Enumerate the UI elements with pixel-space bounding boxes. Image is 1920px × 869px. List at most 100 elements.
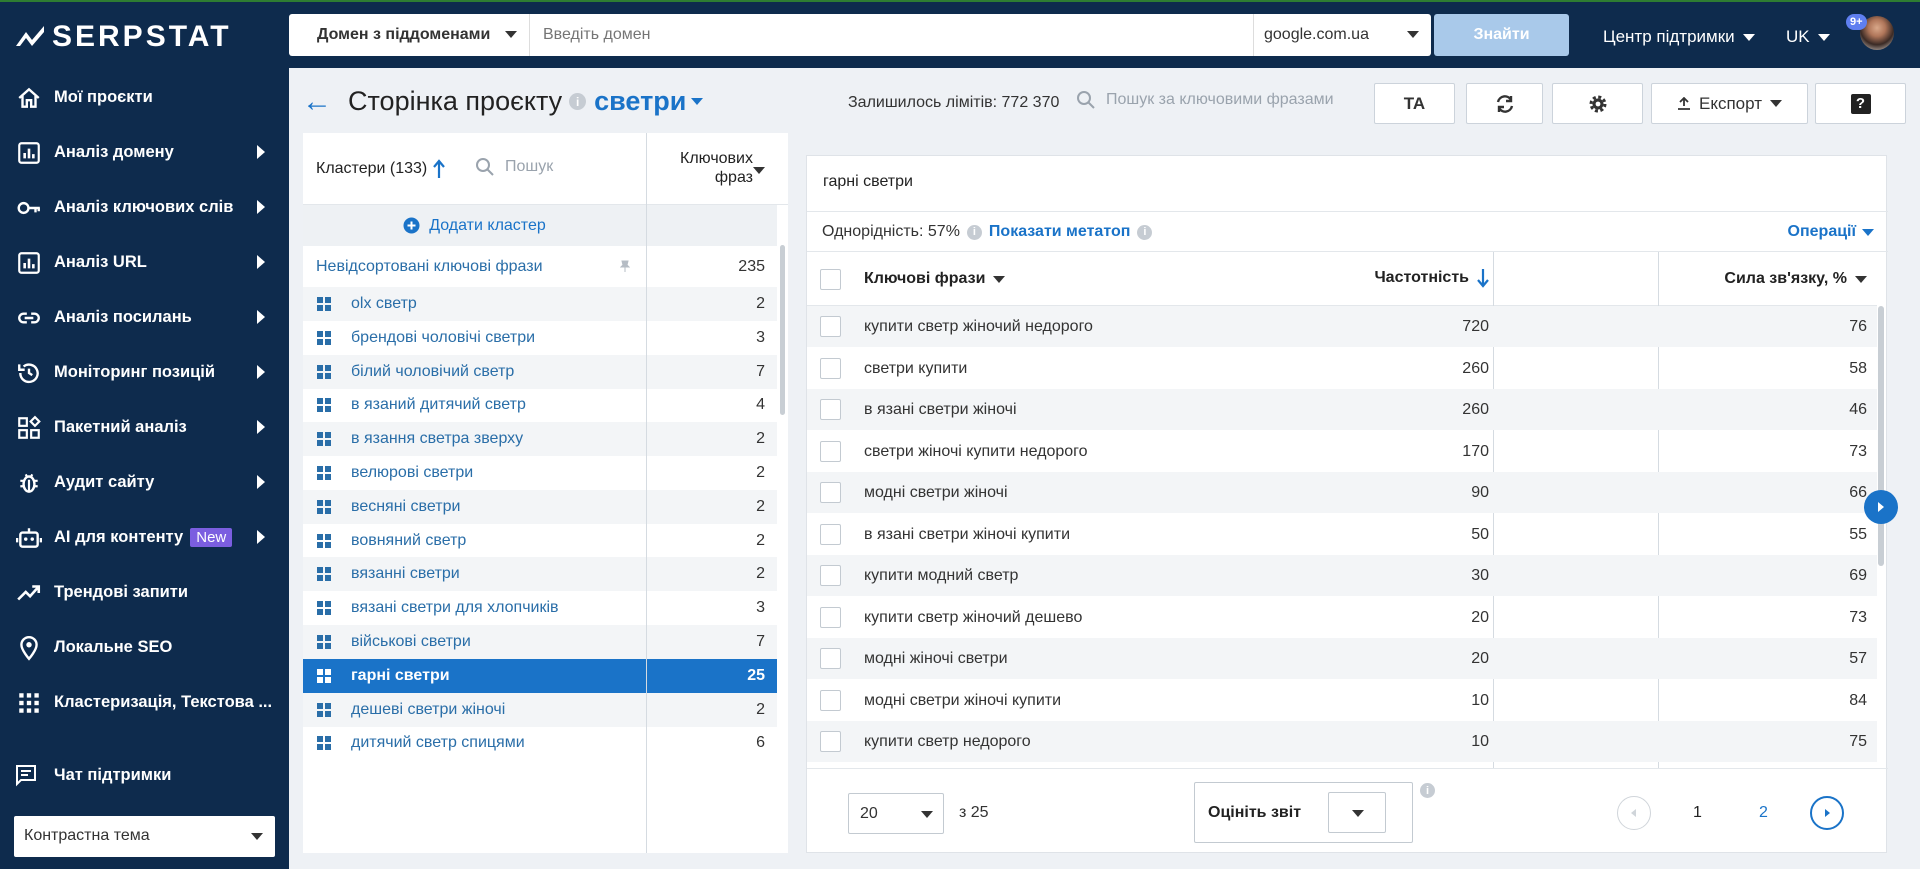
clusters-scrollbar[interactable] <box>780 245 785 415</box>
table-row[interactable]: модні жіночі светри 20 57 <box>807 638 1877 679</box>
cluster-row[interactable]: вовняний светр 2 <box>303 524 777 558</box>
theme-value: Контрастна тема <box>24 827 150 844</box>
select-all-checkbox[interactable] <box>820 269 841 290</box>
prev-page-button[interactable] <box>1617 796 1651 830</box>
cluster-row[interactable]: весняні светри 2 <box>303 489 777 524</box>
row-checkbox[interactable] <box>820 523 841 545</box>
cluster-row[interactable]: військові светри 7 <box>303 625 777 659</box>
table-row[interactable]: купити светр жіночий недорого 720 76 <box>807 306 1877 347</box>
frequency-cell: 170 <box>1462 442 1489 460</box>
table-row[interactable]: светри жіночі купити недорого 170 73 <box>807 431 1877 472</box>
clusters-sort[interactable]: Кластери (133) <box>316 159 446 179</box>
nav-item-6[interactable]: Пакетний аналіз <box>0 400 289 455</box>
clusters-panel: Кластери (133) Пошук Ключових фраз Додат… <box>303 133 788 853</box>
support-center-menu[interactable]: Центр підтримки <box>1603 27 1755 47</box>
frequency-column-header[interactable]: Частотність <box>1374 268 1489 288</box>
keyword-count-column-header[interactable]: Ключових фраз <box>653 149 753 187</box>
domain-input[interactable] <box>530 14 1253 56</box>
keywords-scrollbar[interactable] <box>1878 306 1884 566</box>
cluster-row[interactable]: білий чоловічий светр 7 <box>303 354 777 389</box>
back-arrow-icon[interactable]: ← <box>302 86 332 117</box>
refresh-button[interactable] <box>1466 83 1543 124</box>
cluster-row[interactable]: брендові чоловічі светри 3 <box>303 321 777 355</box>
page-1[interactable]: 1 <box>1693 804 1702 822</box>
row-checkbox[interactable] <box>820 440 841 462</box>
settings-button[interactable] <box>1552 83 1643 124</box>
frequency-cell: 720 <box>1462 318 1489 335</box>
strength-column-header[interactable]: Сила зв'язку, % <box>1724 270 1867 288</box>
operations-menu[interactable]: Операції <box>1788 223 1874 241</box>
nav-item-10[interactable]: Локальне SEO <box>0 620 289 675</box>
rate-report-select[interactable] <box>1328 792 1386 833</box>
clusters-search[interactable]: Пошук <box>475 157 553 177</box>
info-icon[interactable]: i <box>1137 224 1153 240</box>
nav-item-7[interactable]: Аудит сайту <box>0 455 289 510</box>
cluster-row[interactable]: в язаний дитячий светр 4 <box>303 388 777 422</box>
domain-type-select[interactable]: Домен з піддоменами <box>289 14 530 56</box>
cluster-row[interactable]: дитячий светр спицями 6 <box>303 726 777 760</box>
nav-item-label: Аналіз посилань <box>54 308 192 326</box>
nav-item-8[interactable]: AI для контенту New <box>0 510 289 565</box>
table-row[interactable]: в язані светри жіночі 260 46 <box>807 389 1877 430</box>
cluster-row-unsorted[interactable]: Невідсортовані ключові фрази 235 <box>303 246 777 287</box>
theme-select[interactable]: Контрастна тема <box>14 816 275 857</box>
table-row[interactable]: модні светри жіночі купити 10 84 <box>807 680 1877 721</box>
row-checkbox[interactable] <box>820 482 841 503</box>
row-checkbox[interactable] <box>820 606 841 628</box>
cluster-row[interactable]: вязанні светри 2 <box>303 557 777 592</box>
keyword-search[interactable]: Пошук за ключовими фразами <box>1076 90 1334 110</box>
table-row[interactable]: купити светр недорого 10 75 <box>807 721 1877 762</box>
cluster-row[interactable]: дешеві светри жіночі 2 <box>303 692 777 727</box>
chevron-down-icon[interactable] <box>753 167 765 174</box>
add-row-filler <box>647 205 777 246</box>
chevron-down-icon <box>1407 31 1419 38</box>
cluster-row[interactable]: гарні светри 25 <box>303 658 777 693</box>
nav-item-4[interactable]: Аналіз посилань <box>0 290 289 345</box>
nav-item-2[interactable]: Аналіз ключових слів <box>0 180 289 235</box>
row-checkbox[interactable] <box>820 565 841 586</box>
support-chat-link[interactable]: Чат підтримки <box>14 760 171 790</box>
cluster-row[interactable]: велюрові светри 2 <box>303 456 777 490</box>
nav-item-0[interactable]: Мої проєкти <box>0 70 289 125</box>
info-icon[interactable]: i <box>569 93 587 110</box>
row-checkbox[interactable] <box>820 316 841 337</box>
expand-panel-button[interactable] <box>1864 490 1898 524</box>
table-row[interactable]: купити светр жіночий дешево 20 73 <box>807 597 1877 638</box>
notification-badge[interactable]: 9+ <box>1846 14 1867 30</box>
nav-item-5[interactable]: Моніторинг позицій <box>0 345 289 400</box>
row-checkbox[interactable] <box>820 399 841 420</box>
add-cluster-button[interactable]: Додати кластер <box>303 205 646 246</box>
help-button[interactable]: ? <box>1815 83 1906 124</box>
cluster-row[interactable]: olx светр 2 <box>303 287 777 321</box>
cluster-row[interactable]: в язання светра зверху 2 <box>303 422 777 457</box>
nav-item-3[interactable]: Аналіз URL <box>0 235 289 290</box>
serpstat-logo[interactable]: SERPSTAT <box>14 20 232 54</box>
strength-cell: 73 <box>1849 442 1867 460</box>
nav-item-11[interactable]: Кластеризація, Текстова ... <box>0 675 289 730</box>
cluster-row[interactable]: вязані светри для хлопчиків 3 <box>303 591 777 625</box>
table-row[interactable]: светри купити 260 58 <box>807 348 1877 389</box>
page-2[interactable]: 2 <box>1759 804 1768 822</box>
table-row[interactable]: модні светри жіночі 90 66 <box>807 472 1877 513</box>
row-checkbox[interactable] <box>820 689 841 711</box>
search-engine-select[interactable]: google.com.ua <box>1253 14 1431 56</box>
language-menu[interactable]: UK <box>1786 27 1830 47</box>
table-row[interactable]: в язані светри жіночі купити 50 55 <box>807 514 1877 555</box>
nav-item-9[interactable]: Трендові запити <box>0 565 289 620</box>
export-button[interactable]: Експорт <box>1651 83 1808 124</box>
table-row[interactable]: купити модний светр 30 69 <box>807 555 1877 596</box>
keyword-column-header[interactable]: Ключові фрази <box>864 270 1006 288</box>
info-icon[interactable]: i <box>1420 783 1435 798</box>
ta-button[interactable]: TA <box>1374 83 1455 124</box>
row-checkbox[interactable] <box>820 357 841 379</box>
row-checkbox[interactable] <box>820 648 841 669</box>
per-page-select[interactable]: 20 <box>848 793 944 834</box>
row-checkbox[interactable] <box>820 731 841 752</box>
find-button[interactable]: Знайти <box>1434 14 1569 56</box>
next-page-button[interactable] <box>1810 796 1844 830</box>
cluster-count: 235 <box>738 257 765 275</box>
nav-item-1[interactable]: Аналіз домену <box>0 125 289 180</box>
show-metatop-link[interactable]: Показати метатоп <box>989 223 1130 241</box>
info-icon[interactable]: i <box>966 224 982 240</box>
project-select[interactable]: светри <box>594 86 704 117</box>
